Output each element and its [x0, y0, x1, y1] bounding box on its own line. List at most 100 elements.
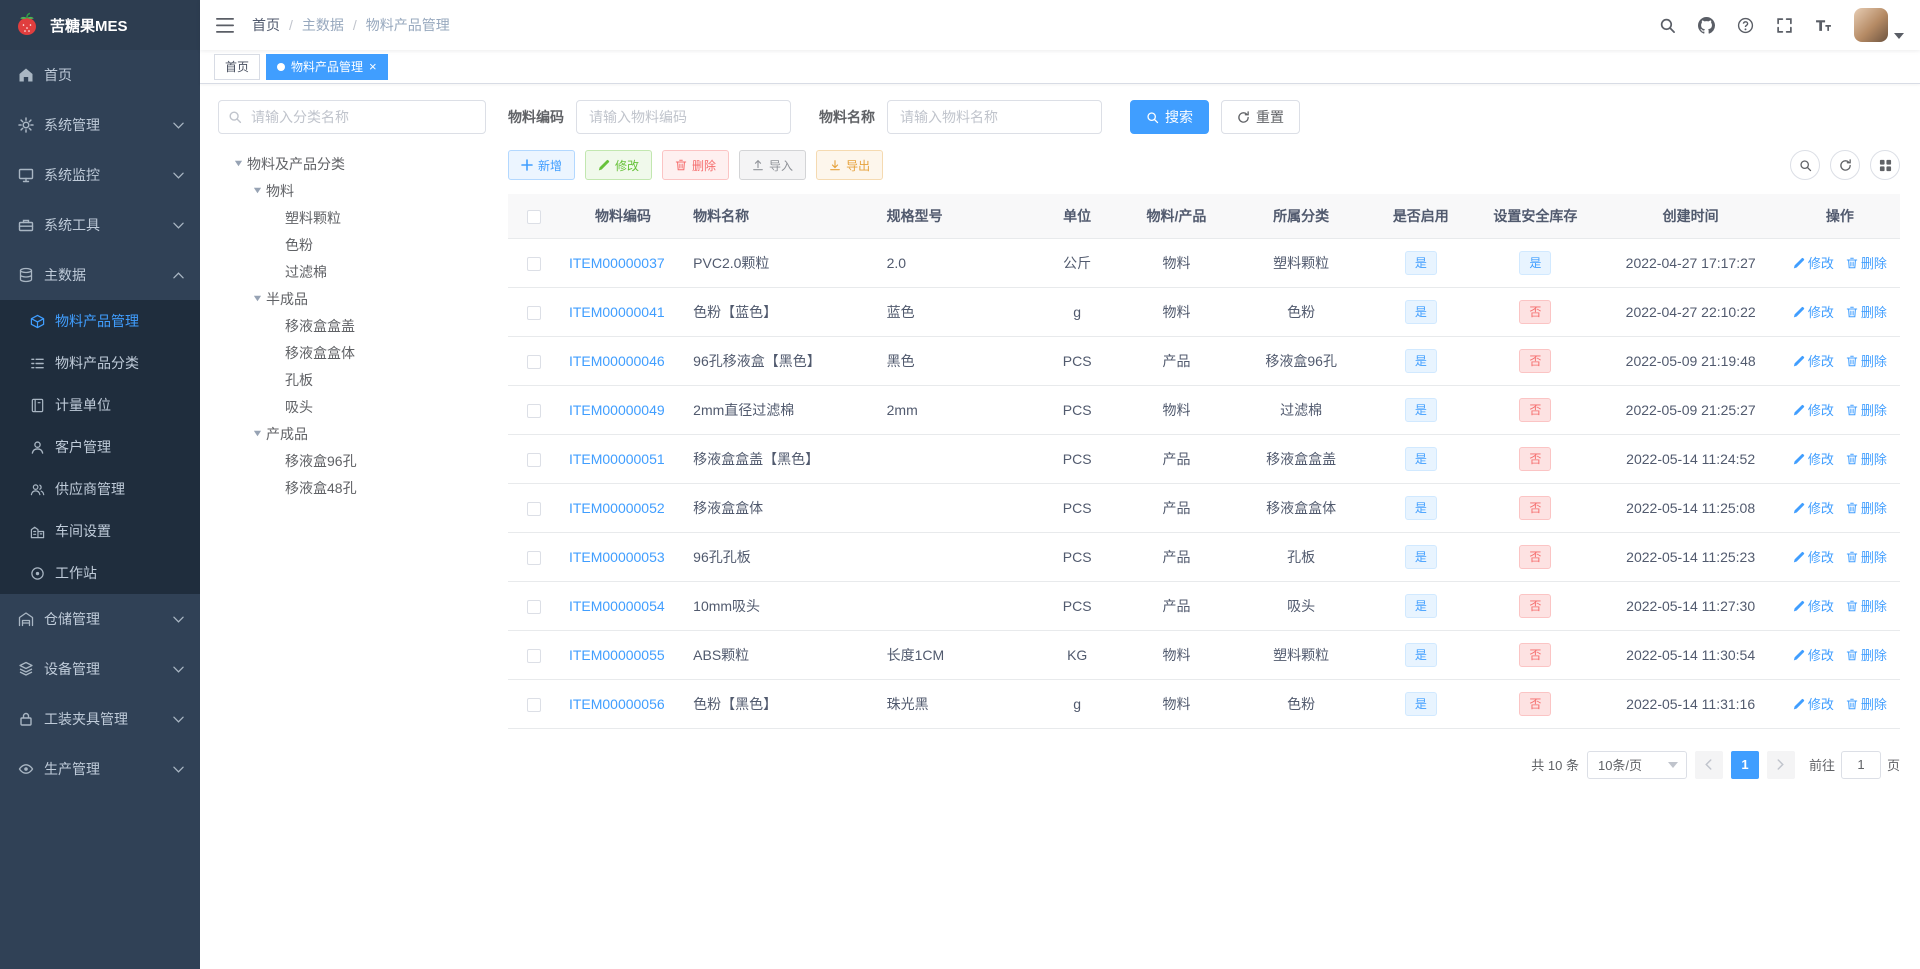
- row-checkbox[interactable]: [527, 452, 542, 467]
- breadcrumb-item[interactable]: 首页: [252, 15, 280, 35]
- row-edit-link[interactable]: 修改: [1793, 694, 1834, 713]
- material-code-link[interactable]: ITEM00000051: [569, 451, 665, 467]
- sidebar-item[interactable]: 系统监控: [0, 150, 200, 200]
- select-all-checkbox[interactable]: [527, 209, 542, 224]
- name-filter-input[interactable]: [887, 100, 1102, 134]
- close-icon[interactable]: ×: [369, 60, 377, 73]
- github-icon[interactable]: [1698, 16, 1715, 34]
- sidebar-subitem[interactable]: 供应商管理: [0, 468, 200, 510]
- tree-node[interactable]: 移液盒盒盖: [218, 312, 486, 339]
- sidebar-subitem[interactable]: 车间设置: [0, 510, 200, 552]
- next-page-button[interactable]: [1766, 750, 1795, 779]
- tree-node[interactable]: 产成品: [218, 420, 486, 447]
- material-code-link[interactable]: ITEM00000046: [569, 353, 665, 369]
- sidebar-subitem[interactable]: 物料产品管理: [0, 300, 200, 342]
- material-code-link[interactable]: ITEM00000054: [569, 598, 665, 614]
- caret-down-icon[interactable]: [1894, 33, 1904, 39]
- search-icon[interactable]: [1659, 17, 1676, 34]
- user-menu[interactable]: [1854, 8, 1904, 42]
- sidebar-item[interactable]: 生产管理: [0, 744, 200, 794]
- row-delete-link[interactable]: 删除: [1846, 302, 1887, 321]
- sidebar-item[interactable]: 系统工具: [0, 200, 200, 250]
- sidebar-item[interactable]: 主数据: [0, 250, 200, 300]
- sidebar-subitem[interactable]: 物料产品分类: [0, 342, 200, 384]
- import-button[interactable]: 导入: [739, 150, 807, 180]
- row-edit-link[interactable]: 修改: [1793, 253, 1834, 272]
- breadcrumb-item[interactable]: 主数据: [302, 15, 344, 35]
- row-edit-link[interactable]: 修改: [1793, 547, 1834, 566]
- row-delete-link[interactable]: 删除: [1846, 596, 1887, 615]
- row-edit-link[interactable]: 修改: [1793, 351, 1834, 370]
- tree-node[interactable]: 移液盒96孔: [218, 447, 486, 474]
- row-delete-link[interactable]: 删除: [1846, 547, 1887, 566]
- row-delete-link[interactable]: 删除: [1846, 351, 1887, 370]
- fullscreen-icon[interactable]: [1776, 17, 1793, 34]
- row-delete-link[interactable]: 删除: [1846, 400, 1887, 419]
- refresh-table-button[interactable]: [1830, 150, 1860, 180]
- tab-active[interactable]: 物料产品管理 ×: [266, 53, 388, 80]
- row-edit-link[interactable]: 修改: [1793, 596, 1834, 615]
- row-checkbox[interactable]: [527, 305, 542, 320]
- sidebar-item[interactable]: 仓储管理: [0, 594, 200, 644]
- row-delete-link[interactable]: 删除: [1846, 645, 1887, 664]
- tree-node[interactable]: 物料及产品分类: [218, 150, 486, 177]
- page-size-select[interactable]: 10条/页: [1586, 750, 1687, 779]
- prev-page-button[interactable]: [1694, 750, 1723, 779]
- hamburger-icon[interactable]: [216, 17, 234, 33]
- search-button[interactable]: 搜索: [1130, 100, 1209, 134]
- tree-node[interactable]: 孔板: [218, 366, 486, 393]
- row-checkbox[interactable]: [527, 501, 542, 516]
- material-code-link[interactable]: ITEM00000052: [569, 500, 665, 516]
- material-code-link[interactable]: ITEM00000053: [569, 549, 665, 565]
- tree-node[interactable]: 塑料颗粒: [218, 204, 486, 231]
- tree-node[interactable]: 物料: [218, 177, 486, 204]
- tree-caret-icon[interactable]: [249, 425, 266, 442]
- material-code-link[interactable]: ITEM00000055: [569, 647, 665, 663]
- sidebar-item[interactable]: 系统管理: [0, 100, 200, 150]
- tree-node[interactable]: 半成品: [218, 285, 486, 312]
- question-icon[interactable]: [1737, 17, 1754, 34]
- sidebar-item[interactable]: 设备管理: [0, 644, 200, 694]
- font-size-icon[interactable]: [1815, 17, 1832, 34]
- export-button[interactable]: 导出: [816, 150, 884, 180]
- columns-button[interactable]: [1870, 150, 1900, 180]
- row-edit-link[interactable]: 修改: [1793, 498, 1834, 517]
- tree-caret-icon[interactable]: [249, 182, 266, 199]
- reset-button[interactable]: 重置: [1221, 100, 1300, 134]
- sidebar-subitem[interactable]: 计量单位: [0, 384, 200, 426]
- sidebar-item[interactable]: 工装夹具管理: [0, 694, 200, 744]
- tree-caret-icon[interactable]: [249, 290, 266, 307]
- category-search-input[interactable]: [218, 100, 486, 134]
- material-code-link[interactable]: ITEM00000041: [569, 304, 665, 320]
- row-edit-link[interactable]: 修改: [1793, 400, 1834, 419]
- tree-caret-icon[interactable]: [230, 155, 247, 172]
- row-checkbox[interactable]: [527, 354, 542, 369]
- row-checkbox[interactable]: [527, 599, 542, 614]
- row-edit-link[interactable]: 修改: [1793, 645, 1834, 664]
- tree-node[interactable]: 色粉: [218, 231, 486, 258]
- tree-node[interactable]: 移液盒盒体: [218, 339, 486, 366]
- row-delete-link[interactable]: 删除: [1846, 498, 1887, 517]
- sidebar-item[interactable]: 首页: [0, 50, 200, 100]
- sidebar-subitem[interactable]: 客户管理: [0, 426, 200, 468]
- tree-node[interactable]: 移液盒48孔: [218, 474, 486, 501]
- add-button[interactable]: 新增: [508, 150, 576, 180]
- material-code-link[interactable]: ITEM00000037: [569, 255, 665, 271]
- tree-node[interactable]: 吸头: [218, 393, 486, 420]
- row-checkbox[interactable]: [527, 550, 542, 565]
- delete-button[interactable]: 删除: [662, 150, 730, 180]
- row-checkbox[interactable]: [527, 648, 542, 663]
- row-checkbox[interactable]: [527, 697, 542, 712]
- tree-node[interactable]: 过滤棉: [218, 258, 486, 285]
- edit-button[interactable]: 修改: [585, 150, 653, 180]
- row-checkbox[interactable]: [527, 403, 542, 418]
- row-delete-link[interactable]: 删除: [1846, 253, 1887, 272]
- toggle-search-button[interactable]: [1790, 150, 1820, 180]
- sidebar-subitem[interactable]: 工作站: [0, 552, 200, 594]
- code-filter-input[interactable]: [576, 100, 791, 134]
- row-checkbox[interactable]: [527, 256, 542, 271]
- row-edit-link[interactable]: 修改: [1793, 449, 1834, 468]
- tab-item[interactable]: 首页: [214, 53, 261, 80]
- row-edit-link[interactable]: 修改: [1793, 302, 1834, 321]
- page-number-button[interactable]: 1: [1730, 750, 1759, 779]
